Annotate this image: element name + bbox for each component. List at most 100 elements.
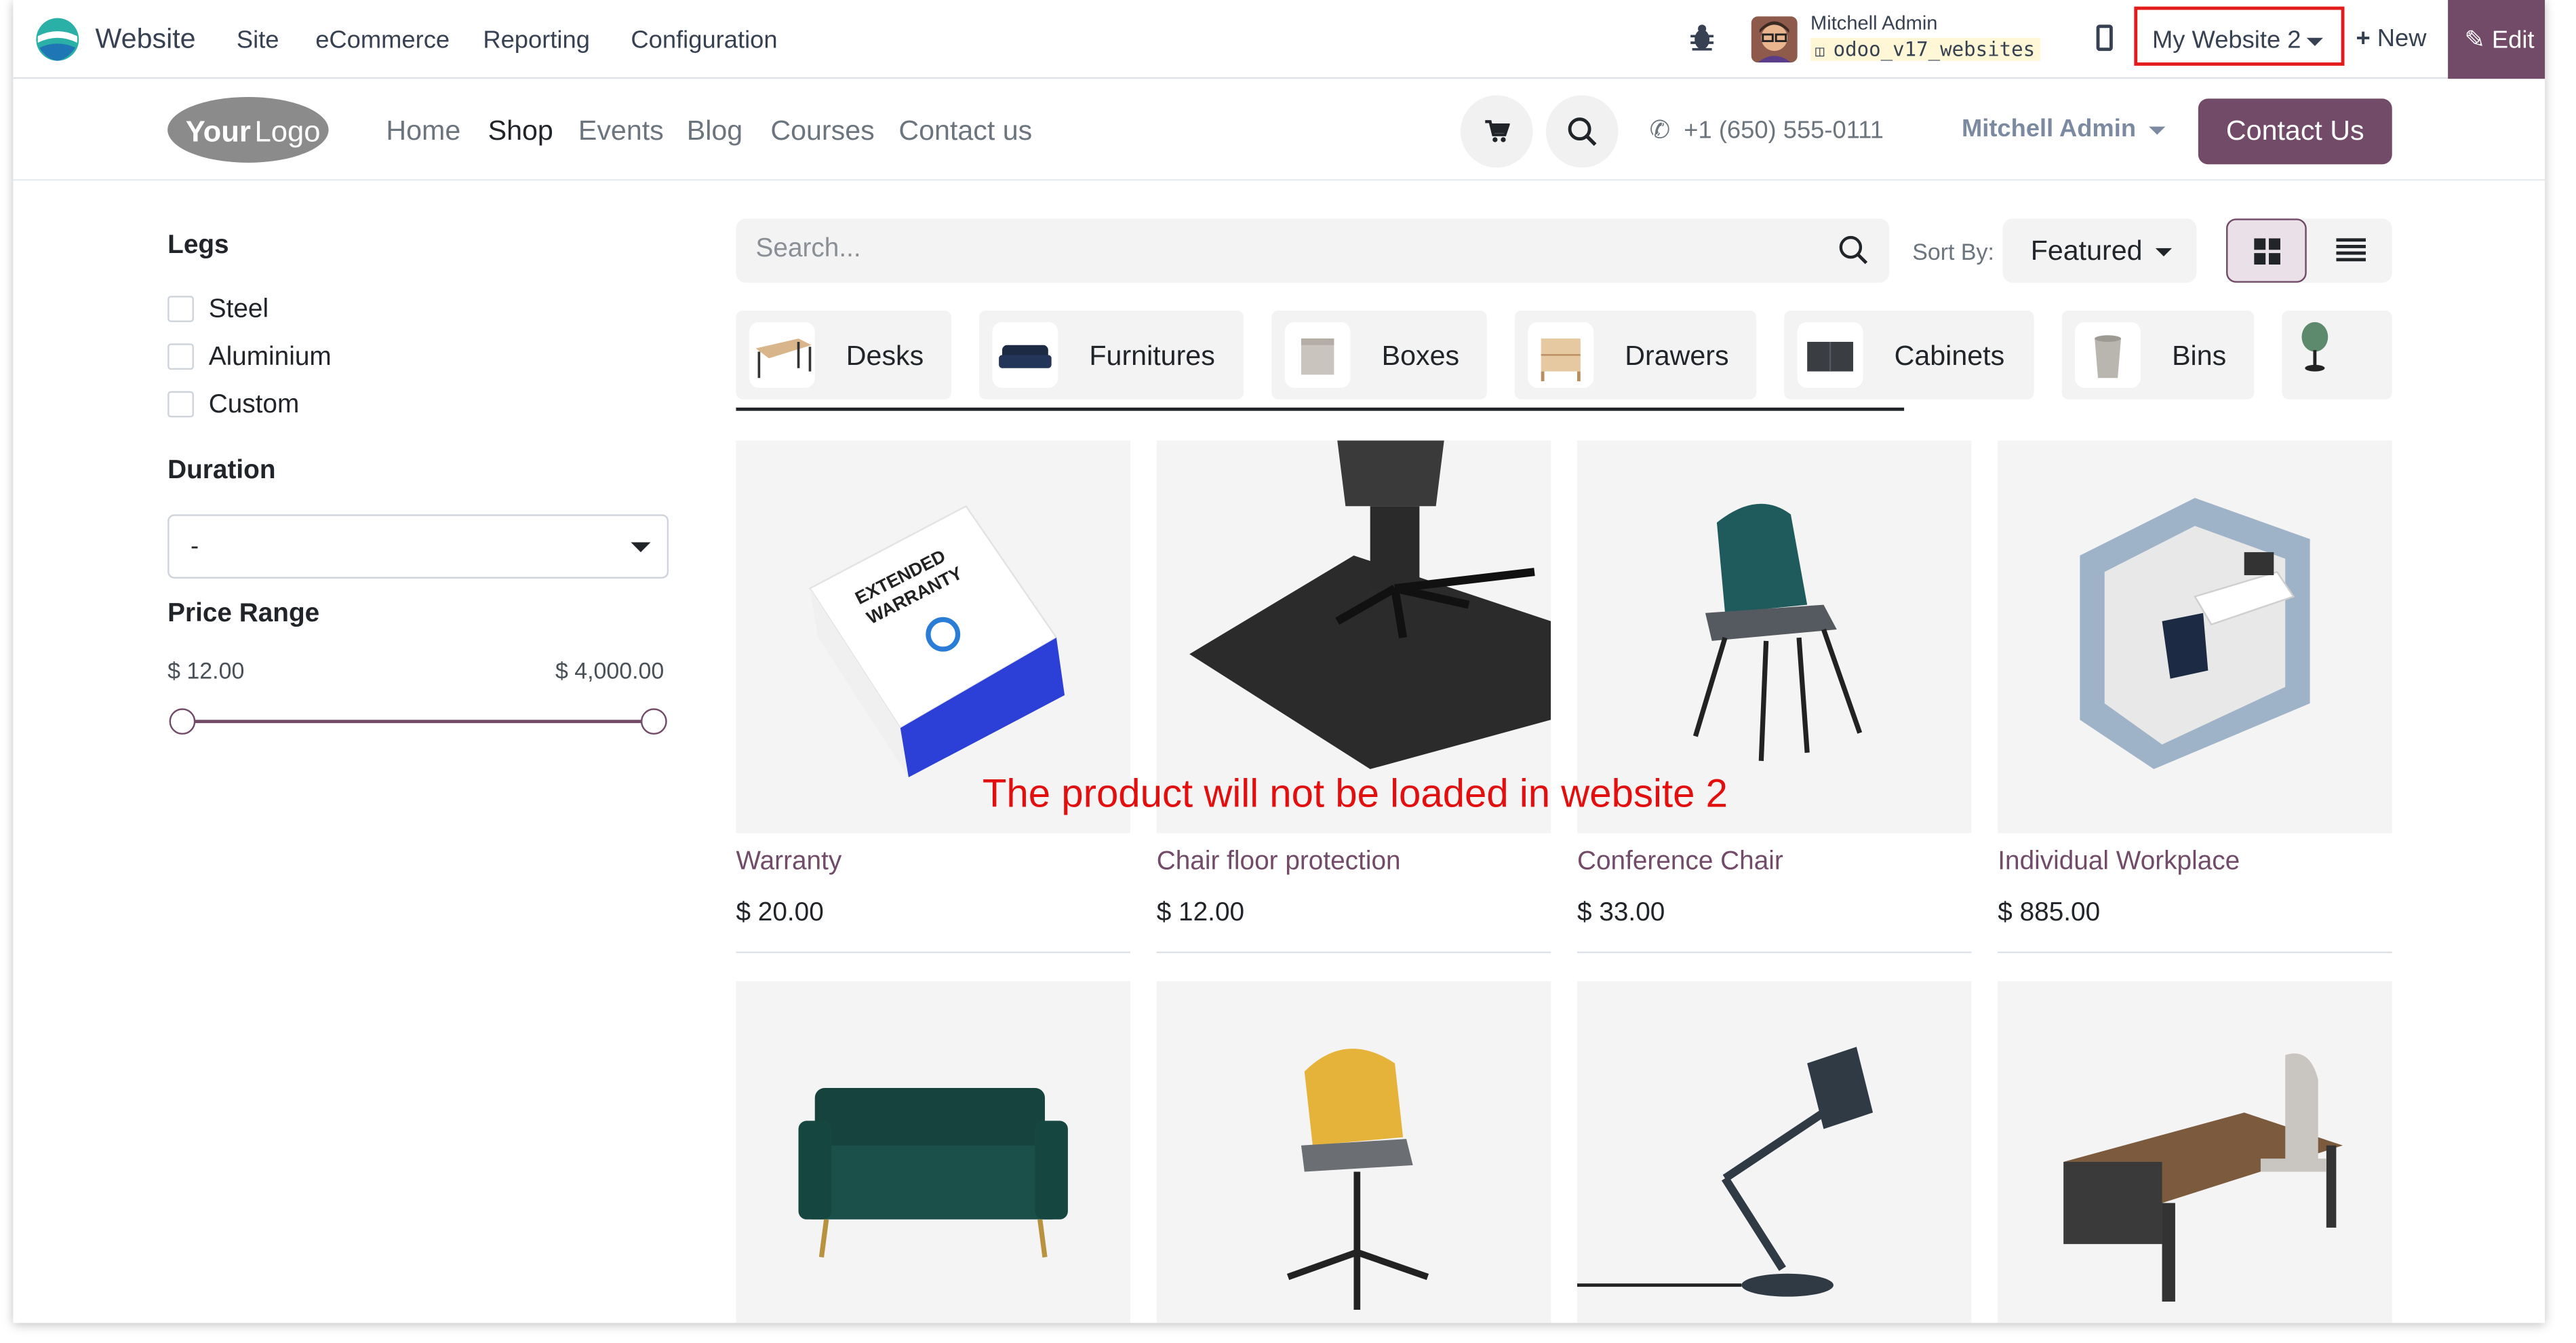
desk-thumbnail	[749, 322, 815, 388]
duration-filter-title: Duration	[167, 456, 276, 485]
product-card[interactable]: Individual Workplace $ 885.00	[1998, 440, 2392, 954]
product-name[interactable]: Conference Chair	[1577, 848, 1971, 878]
nav-events[interactable]: Events	[578, 115, 664, 148]
checkbox[interactable]	[167, 391, 194, 418]
website-header: Your Logo Home Shop Events Blog Courses …	[13, 79, 2545, 181]
sofa-image	[736, 981, 1130, 1323]
product-card[interactable]: EXTENDED WARRANTY Warranty $ 20.00	[736, 440, 1130, 954]
mobile-preview-icon[interactable]	[2096, 24, 2113, 52]
category-label: Furnitures	[1089, 340, 1215, 372]
product-card[interactable]	[736, 981, 1130, 1323]
product-name[interactable]: Individual Workplace	[1998, 848, 2392, 878]
database-name-text: odoo_v17_websites	[1833, 37, 2036, 61]
product-search-input[interactable]	[755, 235, 1742, 265]
product-price: $ 12.00	[1156, 899, 1245, 927]
product-price: $ 885.00	[1998, 899, 2101, 927]
product-card[interactable]	[1998, 981, 2392, 1323]
view-toggle	[2226, 218, 2392, 283]
divider	[1156, 951, 1551, 954]
product-card[interactable]: Conference Chair $ 33.00	[1577, 440, 1972, 954]
filter-option-custom[interactable]: Custom	[167, 391, 299, 421]
filter-option-label: Aluminium	[208, 343, 332, 372]
nav-home[interactable]: Home	[386, 115, 460, 148]
bin-thumbnail	[2075, 322, 2141, 388]
database-name: ◫ odoo_v17_websites	[1810, 37, 2040, 61]
chevron-down-icon	[2149, 125, 2166, 134]
menu-reporting[interactable]: Reporting	[483, 26, 590, 54]
website-switcher[interactable]: My Website 2	[2134, 6, 2345, 66]
cart-button[interactable]	[1460, 95, 1533, 168]
menu-configuration[interactable]: Configuration	[631, 26, 777, 54]
site-user-label: Mitchell Admin	[1961, 115, 2137, 143]
category-scroll-indicator	[736, 407, 1905, 411]
website-switcher-label: My Website 2	[2152, 26, 2301, 54]
category-boxes[interactable]: Boxes	[1271, 310, 1487, 400]
price-max-label: $ 4,000.00	[555, 657, 665, 684]
desk-lamp-image	[1577, 981, 1972, 1323]
duration-select-value: -	[191, 532, 199, 561]
nav-blog[interactable]: Blog	[687, 115, 742, 148]
drawer-thumbnail	[1528, 322, 1594, 388]
header-search-button[interactable]	[1545, 95, 1619, 168]
search-icon	[1568, 117, 1597, 147]
category-bins[interactable]: Bins	[2061, 310, 2255, 400]
user-avatar[interactable]	[1751, 16, 1798, 63]
filter-option-label: Steel	[208, 296, 269, 324]
product-card[interactable]: Chair floor protection $ 12.00	[1156, 440, 1551, 954]
office-chair-image	[1156, 981, 1551, 1323]
filter-option-aluminium[interactable]: Aluminium	[167, 343, 332, 373]
browser-frame: Website Site eCommerce Reporting Configu…	[13, 0, 2545, 1323]
nav-courses[interactable]: Courses	[770, 115, 874, 148]
backend-user-name[interactable]: Mitchell Admin	[1810, 12, 1937, 35]
legs-filter-title: Legs	[167, 231, 229, 260]
plus-icon: +	[2356, 24, 2371, 53]
divider	[1577, 951, 1972, 954]
filter-option-steel[interactable]: Steel	[167, 296, 269, 326]
your-logo[interactable]: Your Logo	[166, 96, 330, 165]
category-drawers[interactable]: Drawers	[1514, 310, 1757, 400]
grid-icon	[2254, 238, 2280, 265]
desk-set-image	[1998, 981, 2392, 1323]
duration-select[interactable]: -	[167, 514, 669, 579]
edit-button[interactable]: ✎ Edit	[2448, 0, 2545, 79]
category-label: Cabinets	[1894, 340, 2005, 372]
new-button[interactable]: + New	[2356, 24, 2426, 52]
annotation-note: The product will not be loaded in websit…	[982, 772, 1728, 817]
category-cabinets[interactable]: Cabinets	[1784, 310, 2034, 400]
menu-site[interactable]: Site	[237, 26, 279, 54]
app-name[interactable]: Website	[96, 23, 196, 56]
backend-navbar: Website Site eCommerce Reporting Configu…	[13, 0, 2545, 79]
category-lamps[interactable]	[2282, 310, 2392, 400]
debug-bug-icon[interactable]	[1689, 23, 1716, 53]
nav-shop[interactable]: Shop	[488, 115, 553, 148]
category-desks[interactable]: Desks	[736, 310, 951, 400]
chevron-down-icon	[2155, 248, 2173, 257]
checkbox[interactable]	[167, 343, 194, 370]
price-range-max-handle[interactable]	[640, 708, 667, 735]
grid-view-button[interactable]	[2226, 218, 2307, 283]
category-label: Boxes	[1381, 340, 1460, 372]
website-app-icon[interactable]	[35, 16, 81, 62]
phone-number[interactable]: ✆ +1 (650) 555-0111	[1650, 115, 1884, 144]
contact-us-button[interactable]: Contact Us	[2198, 98, 2392, 165]
checkbox[interactable]	[167, 296, 194, 322]
list-view-button[interactable]	[2310, 218, 2392, 282]
product-price: $ 33.00	[1577, 899, 1665, 927]
price-range-min-handle[interactable]	[169, 708, 196, 735]
product-card[interactable]	[1577, 981, 1972, 1323]
cabinet-thumbnail	[1797, 322, 1863, 388]
cart-icon	[1485, 120, 1510, 142]
new-button-label: New	[2377, 24, 2427, 53]
sort-dropdown[interactable]: Featured	[2002, 218, 2197, 283]
search-icon[interactable]	[1838, 235, 1868, 265]
site-user-menu[interactable]: Mitchell Admin	[1962, 115, 2166, 143]
menu-ecommerce[interactable]: eCommerce	[315, 26, 450, 54]
category-furnitures[interactable]: Furnitures	[979, 310, 1244, 400]
individual-workplace-image	[1998, 440, 2392, 834]
nav-contact-us[interactable]: Contact us	[898, 115, 1032, 148]
product-name[interactable]: Chair floor protection	[1157, 848, 1551, 878]
price-range-track	[182, 720, 656, 724]
category-label: Bins	[2172, 340, 2227, 372]
product-card[interactable]	[1156, 981, 1551, 1323]
product-name[interactable]: Warranty	[736, 848, 1130, 878]
